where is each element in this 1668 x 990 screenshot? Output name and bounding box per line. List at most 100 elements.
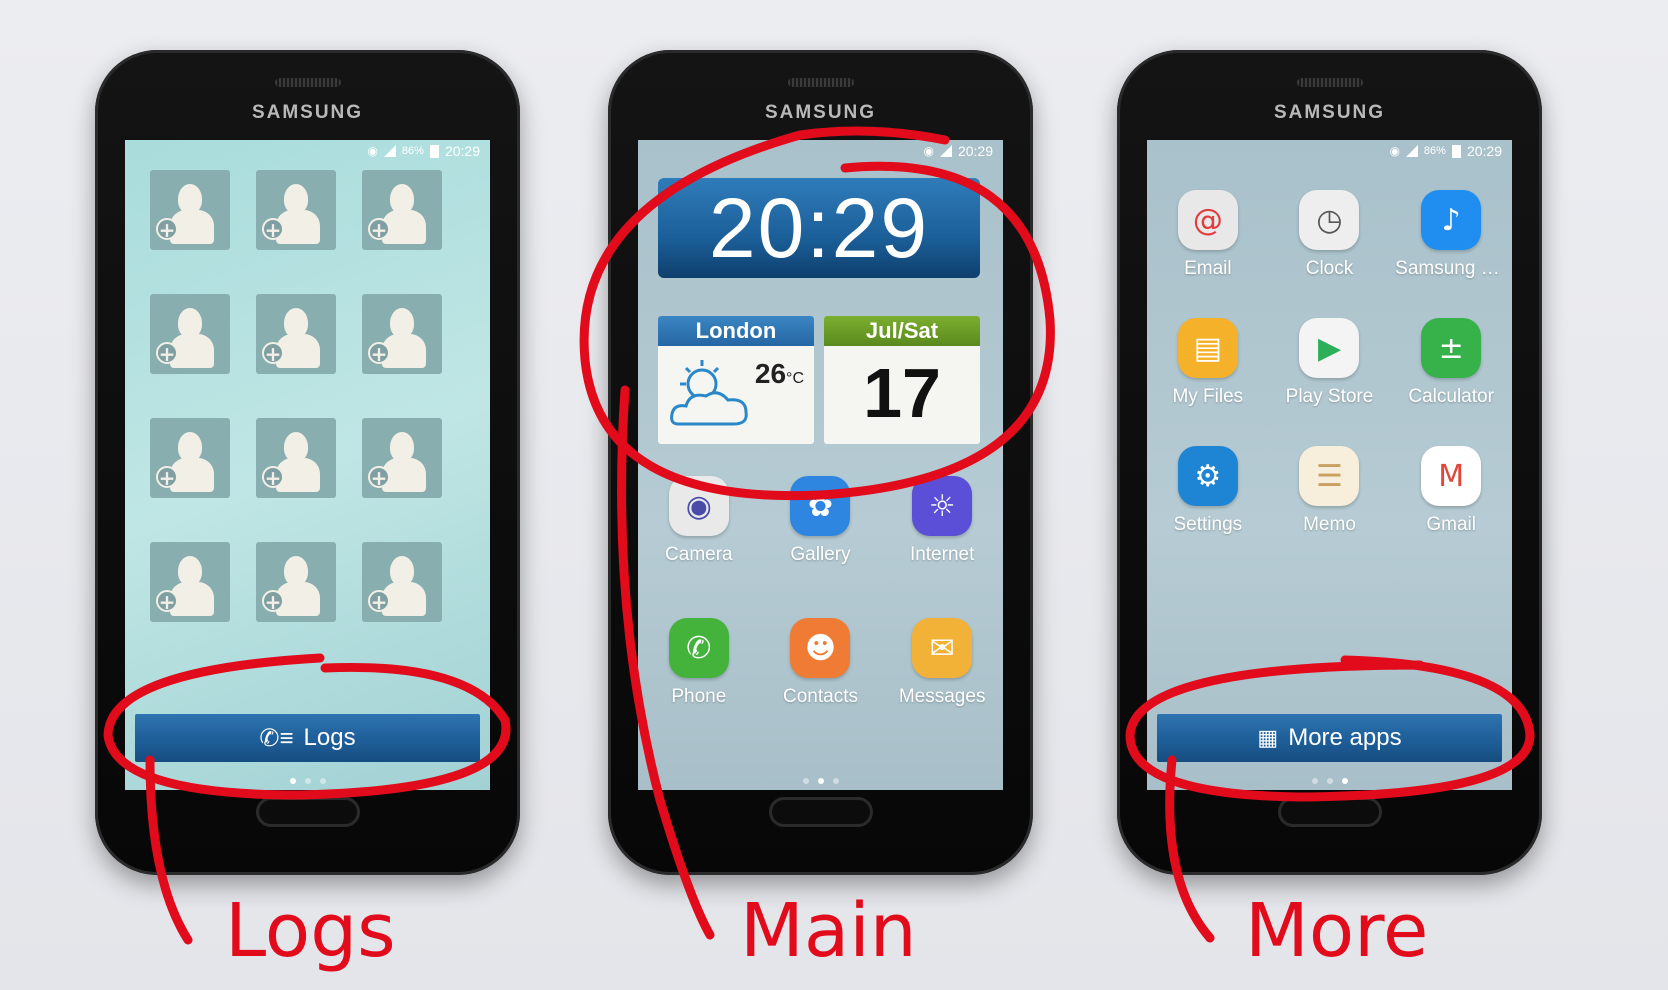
- add-icon: +: [156, 466, 178, 488]
- add-contact-tile[interactable]: +: [256, 170, 336, 250]
- status-time: 20:29: [444, 143, 480, 159]
- app-gmail[interactable]: M Gmail: [1390, 446, 1512, 536]
- page-dot[interactable]: [817, 778, 824, 784]
- person-head-icon: [390, 556, 414, 586]
- add-contact-tile[interactable]: +: [256, 294, 336, 374]
- contacts-icon: ☻: [790, 618, 851, 678]
- add-contact-tile[interactable]: +: [150, 542, 230, 622]
- home-button[interactable]: [768, 797, 873, 827]
- add-icon: +: [368, 342, 390, 364]
- music-icon: ♪: [1421, 190, 1482, 250]
- person-head-icon: [178, 432, 202, 462]
- earpiece-speaker: [1296, 78, 1363, 87]
- person-head-icon: [390, 432, 414, 462]
- caption-logs: Logs: [225, 888, 396, 974]
- page-indicator[interactable]: [125, 778, 490, 784]
- battery-icon: [429, 144, 439, 158]
- main-app-grid: ◉ Camera ✿ Gallery ☼ Internet ✆ Phone ☻ Contacts ✉…: [638, 476, 1003, 708]
- app-label: Camera: [665, 544, 733, 565]
- page-indicator[interactable]: [638, 778, 1003, 784]
- weather-temp: 26°C: [755, 358, 804, 390]
- person-head-icon: [284, 432, 308, 462]
- gmail-icon: M: [1421, 446, 1482, 506]
- app-label: Play Store: [1285, 386, 1374, 407]
- main-screen: ◉ 20:29 20:29 London 26°C Jul/Sat 17 ◉ C…: [638, 140, 1003, 790]
- add-contact-tile[interactable]: +: [150, 294, 230, 374]
- signal-icon: [939, 145, 952, 157]
- page-dot[interactable]: [319, 778, 326, 784]
- more-apps-button[interactable]: ▦ More apps: [1157, 714, 1502, 762]
- app-play-store[interactable]: ▶ Play Store: [1269, 318, 1391, 408]
- phone-more: SAMSUNG ◉ 86% 20:29 @ Email ◷ Clock ♪ Samsung…: [1117, 50, 1542, 875]
- add-contact-tile[interactable]: +: [362, 542, 442, 622]
- messages-icon: ✉: [912, 618, 973, 678]
- app-email[interactable]: @ Email: [1147, 190, 1269, 280]
- app-internet[interactable]: ☼ Internet: [881, 476, 1003, 566]
- call-log-icon: ✆≡: [259, 724, 294, 752]
- page-dot[interactable]: [289, 778, 296, 784]
- grid-icon: ▦: [1257, 725, 1279, 750]
- caption-more: More: [1245, 888, 1429, 974]
- add-contact-tile[interactable]: +: [362, 170, 442, 250]
- home-button[interactable]: [255, 797, 360, 827]
- add-icon: +: [368, 590, 390, 612]
- page-dot[interactable]: [1311, 778, 1318, 784]
- gallery-icon: ✿: [790, 476, 851, 536]
- wifi-icon: ◉: [1389, 144, 1400, 158]
- camera-icon: ◉: [668, 476, 729, 536]
- play-store-icon: ▶: [1299, 318, 1360, 378]
- add-contact-tile[interactable]: +: [256, 418, 336, 498]
- phone-logs: SAMSUNG ◉ 86% 20:29 + + + + + + + + + + + + ✆≡ Logs: [95, 50, 520, 875]
- app-memo[interactable]: ☰ Memo: [1269, 446, 1391, 536]
- calendar-day: 17: [863, 354, 941, 432]
- add-contact-tile[interactable]: +: [256, 542, 336, 622]
- person-head-icon: [284, 308, 308, 338]
- app-label: Contacts: [783, 686, 858, 707]
- add-icon: +: [262, 466, 284, 488]
- calendar-widget[interactable]: Jul/Sat 17: [824, 316, 980, 444]
- page-dot[interactable]: [832, 778, 839, 784]
- app-settings[interactable]: ⚙ Settings: [1147, 446, 1269, 536]
- app-phone[interactable]: ✆ Phone: [638, 618, 760, 708]
- add-contact-tile[interactable]: +: [362, 418, 442, 498]
- page-dot[interactable]: [304, 778, 311, 784]
- logs-button[interactable]: ✆≡ Logs: [135, 714, 480, 762]
- app-music[interactable]: ♪ Samsung M...: [1390, 190, 1512, 280]
- add-icon: +: [262, 218, 284, 240]
- clock-icon: ◷: [1299, 190, 1360, 250]
- add-contact-tile[interactable]: +: [362, 294, 442, 374]
- app-label: My Files: [1172, 386, 1244, 407]
- phone-icon: ✆: [668, 618, 729, 678]
- person-head-icon: [390, 308, 414, 338]
- app-calculator[interactable]: ± Calculator: [1390, 318, 1512, 408]
- app-messages[interactable]: ✉ Messages: [881, 618, 1003, 708]
- weather-widget[interactable]: London 26°C: [658, 316, 814, 444]
- home-button[interactable]: [1277, 797, 1382, 827]
- app-contacts[interactable]: ☻ Contacts: [760, 618, 882, 708]
- memo-icon: ☰: [1299, 446, 1360, 506]
- add-contact-tile[interactable]: +: [150, 418, 230, 498]
- status-bar: ◉ 20:29: [638, 140, 1003, 162]
- page-dot[interactable]: [802, 778, 809, 784]
- battery-percent: 86%: [1423, 145, 1446, 157]
- add-icon: +: [156, 590, 178, 612]
- person-head-icon: [178, 556, 202, 586]
- add-contact-tile[interactable]: +: [150, 170, 230, 250]
- clock-widget[interactable]: 20:29: [658, 178, 980, 278]
- app-gallery[interactable]: ✿ Gallery: [760, 476, 882, 566]
- app-folder[interactable]: ▤ My Files: [1147, 318, 1269, 408]
- page-indicator[interactable]: [1147, 778, 1512, 784]
- app-clock[interactable]: ◷ Clock: [1269, 190, 1391, 280]
- partly-cloudy-icon: [670, 360, 748, 426]
- page-dot[interactable]: [1326, 778, 1333, 784]
- earpiece-speaker: [274, 78, 341, 87]
- person-head-icon: [284, 184, 308, 214]
- app-label: Gallery: [790, 544, 851, 565]
- app-camera[interactable]: ◉ Camera: [638, 476, 760, 566]
- page-dot[interactable]: [1341, 778, 1348, 784]
- status-bar: ◉ 86% 20:29: [125, 140, 490, 162]
- more-app-grid: @ Email ◷ Clock ♪ Samsung M... ▤ My Files ▶ Play …: [1147, 190, 1512, 536]
- app-label: Phone: [671, 686, 727, 707]
- signal-icon: [1405, 145, 1418, 157]
- logs-button-label: Logs: [303, 724, 356, 751]
